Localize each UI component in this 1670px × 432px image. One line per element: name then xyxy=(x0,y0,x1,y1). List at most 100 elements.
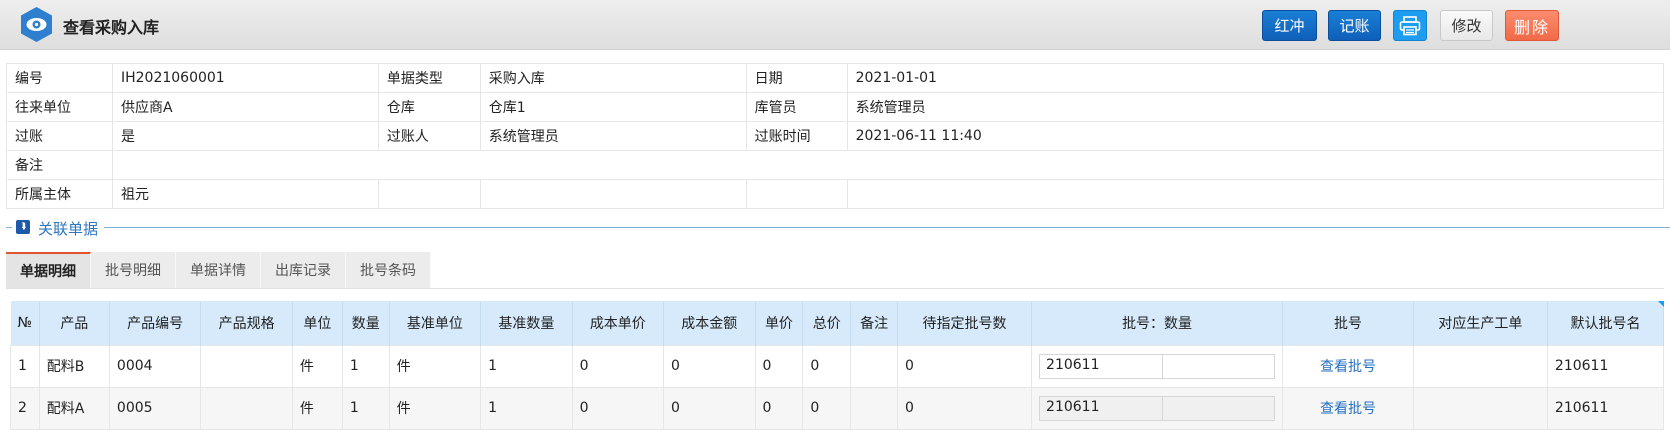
cell-pending: 0 xyxy=(897,344,1033,388)
jizhang-button[interactable]: 记账 xyxy=(1328,10,1381,41)
detail-tabs: 单据明细 批号明细 单据详情 出库记录 批号条码 xyxy=(6,252,431,288)
view-batch-link[interactable]: 查看批号 xyxy=(1290,398,1406,418)
toolbar: 查看采购入库 红冲 记账 修改 删除 xyxy=(0,0,1670,50)
tab-document-info[interactable]: 单据详情 xyxy=(176,252,261,288)
cell-cost-price: 0 xyxy=(571,344,665,388)
info-empty xyxy=(479,179,747,209)
print-button[interactable] xyxy=(1393,10,1427,41)
tab-outbound-record[interactable]: 出库记录 xyxy=(261,252,346,288)
info-label: 编号 xyxy=(6,63,113,93)
cell-product: 配料B xyxy=(38,344,110,388)
cell-batch: 查看批号 xyxy=(1282,386,1414,430)
page-title: 查看采购入库 xyxy=(63,18,160,37)
tabs-divider xyxy=(6,288,1664,289)
batch-qty-box: 210611 xyxy=(1039,353,1276,379)
cell-price: 0 xyxy=(754,344,804,388)
eye-icon xyxy=(21,7,52,42)
info-label: 备注 xyxy=(6,150,113,180)
table-row[interactable]: 1 配料B 0004 件 1 件 1 0 0 0 0 0 210611 查看批号 xyxy=(10,344,1665,388)
cell-base-unit: 件 xyxy=(388,344,482,388)
info-empty xyxy=(377,179,481,209)
tab-document-detail[interactable]: 单据明细 xyxy=(6,252,91,288)
column-header[interactable]: 总价 xyxy=(802,301,852,345)
related-docs-section[interactable]: ⮯ 关联单据 xyxy=(6,218,1670,240)
tab-batch-detail[interactable]: 批号明细 xyxy=(91,252,176,288)
divider-line xyxy=(104,227,1670,228)
cell-cost-amount: 0 xyxy=(663,386,756,430)
info-empty xyxy=(745,179,848,209)
info-value-code: IH2021060001 xyxy=(111,63,379,93)
batch-qty-box: 210611 xyxy=(1039,395,1276,421)
column-header[interactable]: № xyxy=(10,301,40,345)
detail-grid: № 产品 产品编号 产品规格 单位 数量 基准单位 基准数量 成本单价 成本金额… xyxy=(10,301,1665,430)
column-header[interactable]: 单价 xyxy=(755,301,804,345)
cell-base-qty: 1 xyxy=(480,386,573,430)
cell-total: 0 xyxy=(802,386,852,430)
cell-unit: 件 xyxy=(291,344,343,388)
printer-icon xyxy=(1399,15,1421,35)
column-header[interactable]: 成本单价 xyxy=(572,301,665,345)
cell-base-qty: 1 xyxy=(480,344,573,388)
column-header[interactable]: 备注 xyxy=(850,301,899,345)
info-label: 所属主体 xyxy=(6,179,113,209)
related-docs-label[interactable]: 关联单据 xyxy=(38,218,98,239)
column-header[interactable]: 待指定批号数 xyxy=(897,301,1033,345)
grid-corner-marker xyxy=(1658,301,1664,307)
cell-default-batch: 210611 xyxy=(1546,386,1665,430)
cell-base-unit: 件 xyxy=(388,386,482,430)
info-label: 库管员 xyxy=(745,92,848,122)
cell-qty: 1 xyxy=(341,386,390,430)
column-header[interactable]: 成本金额 xyxy=(663,301,756,345)
cell-remark xyxy=(850,386,899,430)
cell-spec xyxy=(200,344,293,388)
info-label: 过账时间 xyxy=(745,121,848,151)
cell-cost-amount: 0 xyxy=(663,344,756,388)
cell-code: 0005 xyxy=(108,386,202,430)
hongchong-button[interactable]: 红冲 xyxy=(1262,10,1317,41)
info-label: 日期 xyxy=(745,63,848,93)
info-label: 仓库 xyxy=(377,92,481,122)
modify-button[interactable]: 修改 xyxy=(1440,10,1493,41)
document-info-table: 编号 IH2021060001 单据类型 采购入库 日期 2021-01-01 … xyxy=(6,63,1665,209)
batch-number-field: 210611 xyxy=(1039,395,1164,421)
cell-batch: 查看批号 xyxy=(1282,344,1414,388)
cell-qty: 1 xyxy=(341,344,390,388)
info-label: 过账人 xyxy=(377,121,481,151)
info-value-posted: 是 xyxy=(111,121,379,151)
column-header[interactable]: 产品编号 xyxy=(109,301,202,345)
delete-button[interactable]: 删除 xyxy=(1505,10,1559,41)
cell-batch-qty: 210611 xyxy=(1031,386,1284,430)
column-header[interactable]: 批号 xyxy=(1282,301,1414,345)
cell-total: 0 xyxy=(802,344,852,388)
cell-default-batch: 210611 xyxy=(1546,344,1665,388)
tab-batch-barcode[interactable]: 批号条码 xyxy=(346,252,431,288)
info-value-warehouse: 仓库1 xyxy=(479,92,747,122)
cell-no: 2 xyxy=(10,386,40,430)
cell-no: 1 xyxy=(10,344,40,388)
cell-work-order xyxy=(1412,344,1548,388)
column-header[interactable]: 基准数量 xyxy=(480,301,573,345)
info-value-remark xyxy=(111,150,1665,180)
info-label: 单据类型 xyxy=(377,63,481,93)
view-batch-link[interactable]: 查看批号 xyxy=(1290,356,1406,376)
column-header[interactable]: 数量 xyxy=(342,301,390,345)
column-header[interactable]: 单位 xyxy=(292,301,343,345)
cell-pending: 0 xyxy=(897,386,1033,430)
column-header[interactable]: 产品 xyxy=(39,301,110,345)
table-row[interactable]: 2 配料A 0005 件 1 件 1 0 0 0 0 0 210611 查看批号 xyxy=(10,386,1665,430)
column-header[interactable]: 默认批号名 xyxy=(1547,301,1665,345)
info-value-poster: 系统管理员 xyxy=(479,121,747,151)
info-value-keeper: 系统管理员 xyxy=(846,92,1665,122)
info-value-entity: 祖元 xyxy=(111,179,379,209)
column-header[interactable]: 批号：数量 xyxy=(1031,301,1284,345)
info-value-doctype: 采购入库 xyxy=(479,63,747,93)
column-header[interactable]: 产品规格 xyxy=(200,301,293,345)
info-value-date: 2021-01-01 xyxy=(846,63,1665,93)
info-value-posttime: 2021-06-11 11:40 xyxy=(846,121,1665,151)
double-chevron-down-icon[interactable]: ⮯ xyxy=(16,220,30,234)
batch-quantity-field xyxy=(1163,395,1276,421)
column-header[interactable]: 基准单位 xyxy=(389,301,482,345)
column-header[interactable]: 对应生产工单 xyxy=(1413,301,1548,345)
cell-code: 0004 xyxy=(108,344,202,388)
info-label: 过账 xyxy=(6,121,113,151)
